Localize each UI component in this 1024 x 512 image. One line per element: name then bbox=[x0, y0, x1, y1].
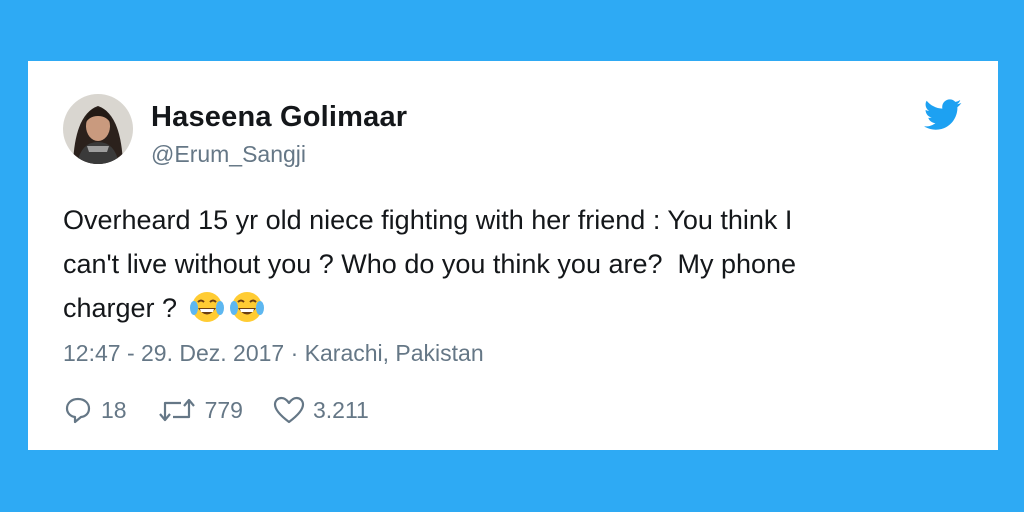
retweet-button[interactable]: 779 bbox=[157, 395, 243, 425]
avatar[interactable] bbox=[63, 94, 133, 164]
tweet-actions: 18 779 3.211 bbox=[63, 392, 399, 428]
reply-count: 18 bbox=[101, 396, 127, 423]
twitter-bird-icon[interactable] bbox=[924, 98, 962, 132]
reply-button[interactable]: 18 bbox=[63, 395, 127, 425]
user-handle[interactable]: @Erum_Sangji bbox=[151, 141, 306, 168]
tweet-text: Overheard 15 yr old niece fighting with … bbox=[63, 198, 943, 330]
face-with-tears-of-joy-icon bbox=[189, 292, 224, 322]
retweet-count: 779 bbox=[204, 396, 243, 423]
reply-icon bbox=[65, 397, 91, 424]
face-with-tears-of-joy-icon bbox=[229, 292, 264, 322]
tweet-body: Overheard 15 yr old niece fighting with … bbox=[63, 205, 797, 323]
retweet-icon bbox=[158, 398, 195, 422]
emoji-group bbox=[177, 292, 265, 323]
display-name[interactable]: Haseena Golimaar bbox=[151, 101, 407, 134]
timestamp-location[interactable]: 12:47 - 29. Dez. 2017 · Karachi, Pakista… bbox=[63, 340, 484, 367]
heart-icon bbox=[273, 396, 305, 424]
like-count: 3.211 bbox=[312, 396, 369, 423]
like-button[interactable]: 3.211 bbox=[273, 395, 369, 425]
